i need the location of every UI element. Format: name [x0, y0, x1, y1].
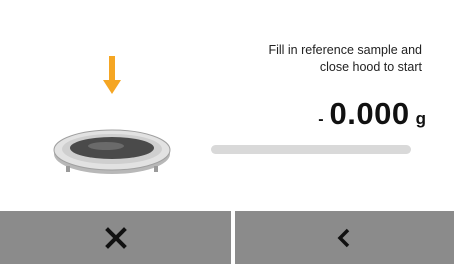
content-area: Fill in reference sample and close hood …	[0, 0, 454, 211]
close-x-icon	[104, 226, 127, 249]
instruction-line-2: close hood to start	[319, 60, 422, 74]
back-button[interactable]	[235, 211, 454, 264]
weight-reading: - 0.000 g	[318, 96, 426, 132]
instruction-text: Fill in reference sample and close hood …	[192, 42, 422, 76]
chevron-left-icon	[337, 228, 349, 247]
footer-bar	[0, 211, 454, 264]
weight-sign: -	[318, 111, 324, 128]
instruction-line-1: Fill in reference sample and	[268, 43, 422, 57]
weight-value: 0.000	[329, 96, 410, 131]
sample-pan-icon	[53, 129, 171, 174]
screen: Fill in reference sample and close hood …	[0, 0, 454, 264]
down-arrow-icon	[103, 56, 121, 94]
progress-bar	[211, 145, 411, 154]
weight-unit: g	[415, 109, 426, 128]
sample-pan-illustration	[53, 56, 171, 174]
cancel-button[interactable]	[0, 211, 231, 264]
